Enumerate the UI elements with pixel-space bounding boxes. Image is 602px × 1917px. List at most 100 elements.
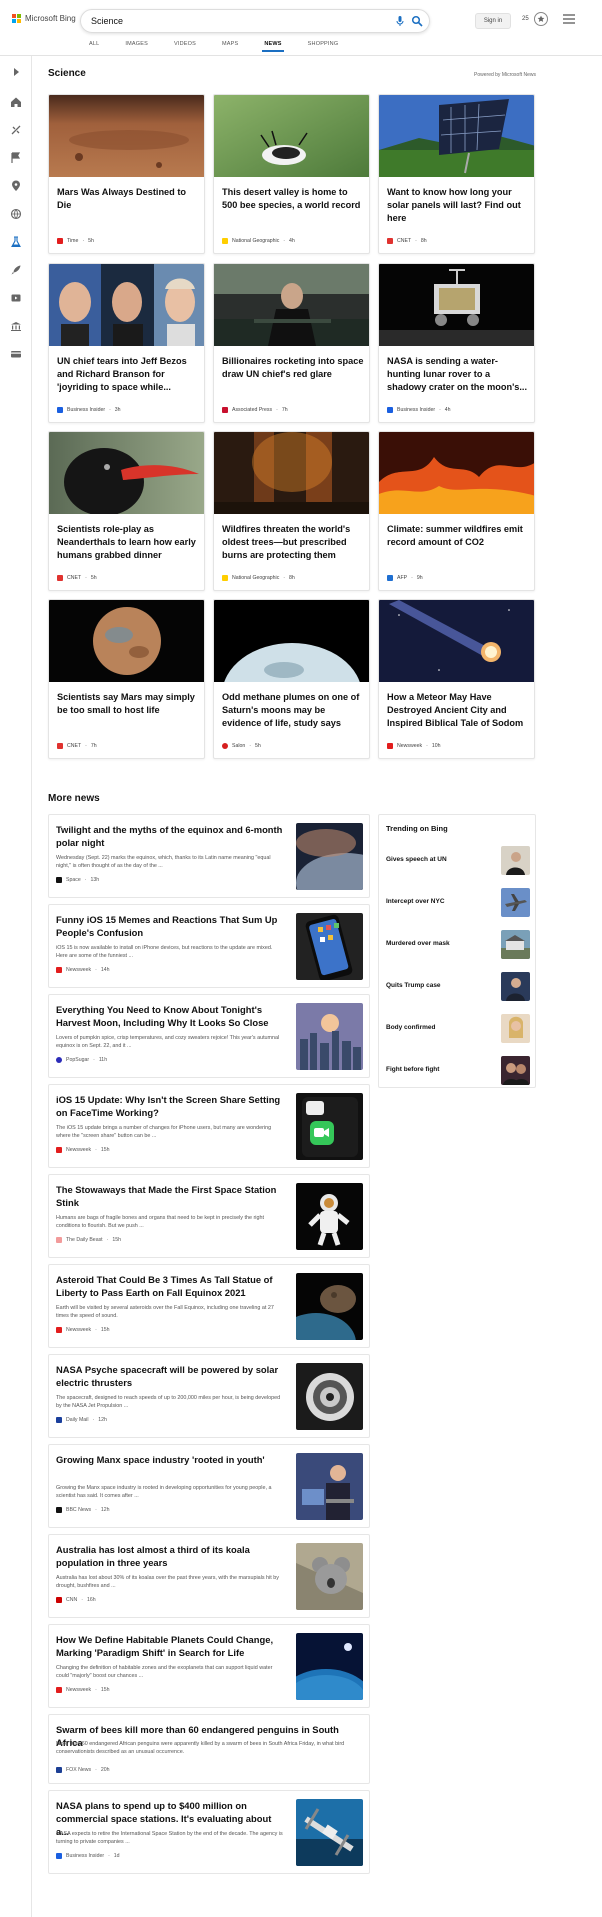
card-title[interactable]: Want to know how long your solar panels … [387, 186, 529, 225]
news-title[interactable]: How We Define Habitable Planets Could Ch… [56, 1633, 284, 1659]
source-logo-icon [222, 407, 228, 413]
news-title[interactable]: Funny iOS 15 Memes and Reactions That Su… [56, 913, 284, 939]
news-card[interactable]: Scientists say Mars may simply be too sm… [48, 599, 205, 759]
science-icon[interactable] [10, 236, 22, 248]
flag-icon[interactable] [10, 152, 22, 164]
card-title[interactable]: Climate: summer wildfires emit record am… [387, 523, 529, 549]
news-card[interactable]: Odd methane plumes on one of Saturn's mo… [213, 599, 370, 759]
news-list-item[interactable]: Funny iOS 15 Memes and Reactions That Su… [48, 904, 370, 988]
news-title[interactable]: The Stowaways that Made the First Space … [56, 1183, 284, 1209]
news-title[interactable]: Australia has lost almost a third of its… [56, 1543, 284, 1569]
news-desc: Growing the Manx space industry is roote… [56, 1485, 272, 1499]
more-news-title: More news [48, 793, 100, 804]
news-card[interactable]: How a Meteor May Have Destroyed Ancient … [378, 599, 535, 759]
news-title[interactable]: Everything You Need to Know About Tonigh… [56, 1003, 284, 1029]
tab-videos[interactable]: VIDEOS [174, 41, 196, 52]
search-input[interactable]: Science [91, 16, 123, 26]
tab-all[interactable]: ALL [89, 41, 99, 52]
news-list-item[interactable]: Australia has lost almost a third of its… [48, 1534, 370, 1618]
news-list-item[interactable]: iOS 15 Update: Why Isn't the Screen Shar… [48, 1084, 370, 1168]
news-title[interactable]: NASA Psyche spacecraft will be powered b… [56, 1363, 284, 1389]
bing-logo[interactable]: Microsoft Bing [12, 14, 76, 23]
news-list-item[interactable]: Swarm of bees kill more than 60 endanger… [48, 1714, 370, 1784]
sign-in-button[interactable]: Sign in [475, 13, 511, 29]
tab-news[interactable]: NEWS [262, 41, 285, 52]
news-card[interactable]: UN chief tears into Jeff Bezos and Richa… [48, 263, 205, 423]
card-title[interactable]: NASA is sending a water-hunting lunar ro… [387, 355, 529, 394]
card-title[interactable]: How a Meteor May Have Destroyed Ancient … [387, 691, 529, 730]
rewards-points[interactable]: 25 [522, 16, 529, 22]
news-title[interactable]: Twilight and the myths of the equinox an… [56, 823, 284, 849]
news-list-item[interactable]: NASA plans to spend up to $400 million o… [48, 1790, 370, 1874]
card-title[interactable]: Billionaires rocketing into space draw U… [222, 355, 364, 381]
trending-label[interactable]: Intercept over NYC [386, 898, 445, 905]
news-list-item[interactable]: Everything You Need to Know About Tonigh… [48, 994, 370, 1078]
news-list-item[interactable]: Growing Manx space industry 'rooted in y… [48, 1444, 370, 1528]
card-title[interactable]: Scientists role-play as Neanderthals to … [57, 523, 199, 562]
search-tabs: ALL IMAGES VIDEOS MAPS NEWS SHOPPING [89, 41, 364, 52]
tab-shopping[interactable]: SHOPPING [308, 41, 339, 52]
news-card[interactable]: Climate: summer wildfires emit record am… [378, 431, 535, 591]
menu-icon[interactable] [563, 14, 575, 24]
rewards-icon[interactable] [534, 12, 548, 26]
card-icon[interactable] [10, 348, 22, 360]
news-list-item[interactable]: The Stowaways that Made the First Space … [48, 1174, 370, 1258]
microphone-icon[interactable] [394, 15, 406, 27]
card-title[interactable]: UN chief tears into Jeff Bezos and Richa… [57, 355, 199, 394]
source-logo-icon [57, 407, 63, 413]
world-icon[interactable] [10, 208, 22, 220]
card-title[interactable]: Mars Was Always Destined to Die [57, 186, 199, 212]
source-logo-icon [56, 1853, 62, 1859]
news-card[interactable]: Billionaires rocketing into space draw U… [213, 263, 370, 423]
news-list-item[interactable]: Asteroid That Could Be 3 Times As Tall S… [48, 1264, 370, 1348]
news-source: Daily Mail · 12h [56, 1417, 107, 1423]
card-title[interactable]: Wildfires threaten the world's oldest tr… [222, 523, 364, 562]
trending-label[interactable]: Body confirmed [386, 1024, 435, 1031]
news-card[interactable]: Scientists role-play as Neanderthals to … [48, 431, 205, 591]
tab-images[interactable]: IMAGES [125, 41, 148, 52]
news-card[interactable]: Mars Was Always Destined to Die Time · 5… [48, 94, 205, 254]
card-source: AFP · 9h [387, 575, 423, 581]
trending-item[interactable]: Fight before fight [379, 1053, 537, 1089]
powered-by[interactable]: Powered by Microsoft News [474, 72, 536, 78]
source-logo-icon [222, 743, 228, 749]
home-icon[interactable] [10, 96, 22, 108]
card-title[interactable]: This desert valley is home to 500 bee sp… [222, 186, 364, 212]
news-source: PopSugar · 11h [56, 1057, 107, 1063]
news-card[interactable]: Want to know how long your solar panels … [378, 94, 535, 254]
trending-item[interactable]: Body confirmed [379, 1011, 537, 1047]
trending-item[interactable]: Gives speech at UN [379, 843, 537, 879]
card-source: National Geographic · 4h [222, 238, 295, 244]
news-title[interactable]: Growing Manx space industry 'rooted in y… [56, 1453, 284, 1466]
expand-icon[interactable] [10, 66, 22, 78]
news-card[interactable]: NASA is sending a water-hunting lunar ro… [378, 263, 535, 423]
trending-item[interactable]: Intercept over NYC [379, 885, 537, 921]
rocket-icon[interactable] [10, 264, 22, 276]
news-source: Newsweek · 15h [56, 1327, 109, 1333]
news-card[interactable]: This desert valley is home to 500 bee sp… [213, 94, 370, 254]
trending-label[interactable]: Quits Trump case [386, 982, 441, 989]
card-title[interactable]: Scientists say Mars may simply be too sm… [57, 691, 199, 717]
source-logo-icon [57, 238, 63, 244]
location-icon[interactable] [10, 180, 22, 192]
news-title[interactable]: Asteroid That Could Be 3 Times As Tall S… [56, 1273, 284, 1299]
news-list-item[interactable]: Twilight and the myths of the equinox an… [48, 814, 370, 898]
sports-icon[interactable] [10, 124, 22, 136]
tab-maps[interactable]: MAPS [222, 41, 238, 52]
search-icon[interactable] [411, 15, 423, 27]
news-list-item[interactable]: How We Define Habitable Planets Could Ch… [48, 1624, 370, 1708]
trending-label[interactable]: Gives speech at UN [386, 856, 447, 863]
trending-thumb [501, 930, 530, 959]
news-list-item[interactable]: NASA Psyche spacecraft will be powered b… [48, 1354, 370, 1438]
money-icon[interactable] [10, 320, 22, 332]
entertainment-icon[interactable] [10, 292, 22, 304]
trending-item[interactable]: Quits Trump case [379, 969, 537, 1005]
trending-item[interactable]: Murdered over mask [379, 927, 537, 963]
trending-label[interactable]: Fight before fight [386, 1066, 439, 1073]
news-title[interactable]: iOS 15 Update: Why Isn't the Screen Shar… [56, 1093, 284, 1119]
solar-panel-image [379, 95, 534, 177]
card-title[interactable]: Odd methane plumes on one of Saturn's mo… [222, 691, 364, 730]
search-box[interactable]: Science [80, 9, 430, 33]
trending-label[interactable]: Murdered over mask [386, 940, 450, 947]
news-card[interactable]: Wildfires threaten the world's oldest tr… [213, 431, 370, 591]
